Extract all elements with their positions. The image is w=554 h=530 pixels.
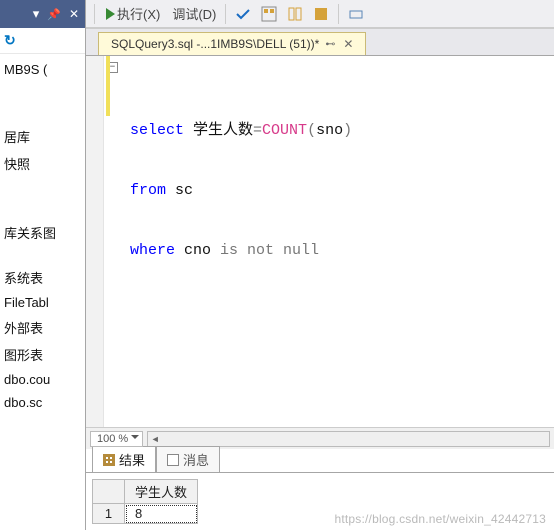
toolbar-separator	[338, 4, 339, 24]
editor-margin	[86, 56, 104, 427]
kw-select: select	[130, 122, 184, 139]
tab-messages-label: 消息	[183, 450, 209, 469]
col-cno: cno	[175, 242, 220, 259]
tab-pin-icon[interactable]: ⊷	[325, 39, 335, 50]
column-header[interactable]: 学生人数	[125, 480, 198, 504]
object-explorer-header[interactable]: ▾ 📌 ✕	[0, 0, 85, 28]
tab-results-label: 结果	[119, 450, 145, 469]
code-area[interactable]: select 学生人数=COUNT(sno) from sc where cno…	[126, 56, 554, 427]
close-icon[interactable]: ✕	[69, 7, 79, 21]
col-sno: sno	[316, 122, 343, 139]
tab-results[interactable]: 结果	[92, 446, 156, 473]
parse-button[interactable]	[231, 4, 255, 24]
paren-close: )	[343, 122, 352, 139]
tree-item[interactable]: 快照	[0, 150, 85, 177]
pin-icon[interactable]: 📌	[47, 8, 61, 21]
save-icon	[313, 6, 329, 22]
extra-button[interactable]	[344, 4, 368, 24]
cell-value[interactable]: 8	[125, 504, 198, 524]
kw-from: from	[130, 182, 166, 199]
tree-item[interactable]: 库关系图	[0, 219, 85, 246]
eq-op: =	[253, 122, 262, 139]
grid-plan-icon	[261, 6, 277, 22]
tree-gap	[0, 177, 85, 219]
results-tab-strip: 结果 消息	[86, 449, 554, 473]
intellisense-button[interactable]	[283, 4, 307, 24]
dropdown-icon: ▾	[33, 6, 40, 22]
alias-text: 学生人数	[184, 122, 253, 139]
document-tab[interactable]: SQLQuery3.sql -...1IMB9S\DELL (51))* ⊷ ✕	[98, 32, 366, 55]
scroll-left-icon[interactable]: ◄	[148, 434, 162, 444]
tree-item[interactable]: dbo.sc	[0, 391, 85, 414]
debug-label: 调试(D)	[172, 4, 216, 23]
tab-close-icon[interactable]: ✕	[341, 37, 355, 51]
tree-item-server[interactable]: MB9S (	[0, 58, 85, 81]
results-grid[interactable]: 学生人数 1 8	[92, 479, 198, 524]
tree-item[interactable]: FileTabl	[0, 291, 85, 314]
save-button[interactable]	[309, 4, 333, 24]
message-icon	[167, 454, 179, 466]
tree-gap	[0, 246, 85, 264]
debug-button[interactable]: 调试(D)	[166, 2, 220, 25]
execute-button[interactable]: 执行(X)	[100, 2, 164, 25]
refresh-icon[interactable]: ↻	[4, 32, 16, 49]
kw-where: where	[130, 242, 175, 259]
tree-item[interactable]: 外部表	[0, 314, 85, 341]
horizontal-scrollbar[interactable]: ◄	[147, 431, 550, 447]
row-number: 1	[93, 504, 125, 524]
check-icon	[235, 6, 251, 22]
op-not-null: is not null	[220, 242, 319, 259]
tree-item[interactable]: 图形表	[0, 341, 85, 368]
tool-icon	[348, 6, 364, 22]
play-icon	[106, 8, 115, 20]
zoom-dropdown[interactable]: 100 %	[90, 431, 143, 447]
execute-label: 执行(X)	[117, 4, 160, 23]
toolbar-separator	[94, 4, 95, 24]
table-row[interactable]: 1 8	[93, 504, 198, 524]
row-header-blank	[93, 480, 125, 504]
tree-item[interactable]: dbo.cou	[0, 368, 85, 391]
object-explorer-tree[interactable]: MB9S ( 居库 快照 库关系图 系统表 FileTabl 外部表 图形表 d…	[0, 54, 85, 418]
tree-item[interactable]: 居库	[0, 123, 85, 150]
editor-main: SQLQuery3.sql -...1IMB9S\DELL (51))* ⊷ ✕…	[86, 28, 554, 530]
sql-editor[interactable]: − select 学生人数=COUNT(sno) from sc where c…	[86, 56, 554, 427]
tree-item[interactable]: 系统表	[0, 264, 85, 291]
document-tab-strip: SQLQuery3.sql -...1IMB9S\DELL (51))* ⊷ ✕	[86, 28, 554, 56]
table-sc: sc	[166, 182, 193, 199]
document-tab-title: SQLQuery3.sql -...1IMB9S\DELL (51))*	[111, 37, 319, 51]
top-toolbar: 执行(X) 调试(D)	[86, 0, 554, 28]
object-explorer-toolbar: ↻	[0, 28, 85, 54]
columns-icon	[287, 6, 303, 22]
paren-open: (	[307, 122, 316, 139]
object-explorer-pane: ▾ 📌 ✕ ↻ MB9S ( 居库 快照 库关系图 系统表 FileTabl 外…	[0, 0, 86, 530]
fn-count: COUNT	[262, 122, 307, 139]
toolbar-separator	[225, 4, 226, 24]
watermark-text: https://blog.csdn.net/weixin_42442713	[334, 512, 546, 526]
tree-gap	[0, 81, 85, 123]
grid-icon	[103, 454, 115, 466]
est-plan-button[interactable]	[257, 4, 281, 24]
tab-messages[interactable]: 消息	[156, 446, 220, 473]
change-marker	[106, 56, 110, 116]
